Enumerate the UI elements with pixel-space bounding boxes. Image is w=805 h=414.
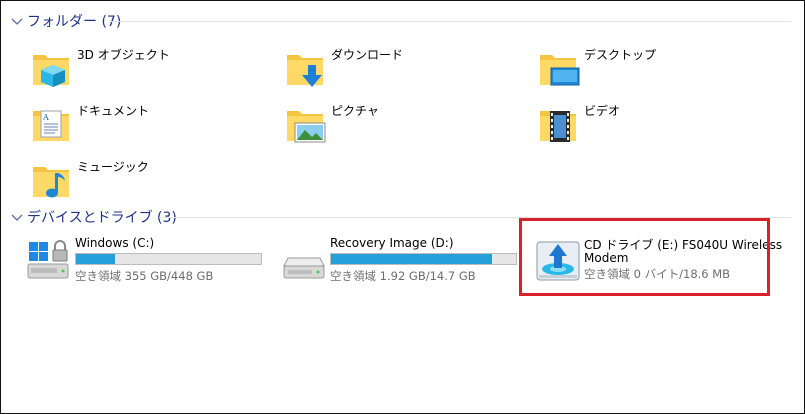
usage-bar — [330, 253, 517, 265]
folders-group-title: フォルダー (7) — [27, 14, 122, 30]
highlight-box — [519, 218, 770, 296]
videos-icon — [540, 111, 576, 142]
group-divider — [111, 21, 791, 22]
folder-label: デスクトップ — [584, 48, 657, 62]
folder-label: 3D オブジェクト — [77, 48, 170, 62]
chevron-down-icon[interactable] — [9, 13, 25, 29]
documents-icon: A — [33, 110, 69, 141]
folder-item-3d-objects[interactable]: 3D オブジェクト — [27, 43, 267, 93]
drive-name: Recovery Image (D:) — [330, 236, 454, 250]
usage-bar-fill — [331, 254, 492, 264]
usage-bar-fill — [76, 254, 115, 264]
drive-free-space: 空き領域 355 GB/448 GB — [75, 269, 214, 283]
pictures-icon — [287, 111, 326, 143]
folder-item-pictures[interactable]: ピクチャ — [281, 99, 521, 149]
devices-group-title: デバイスとドライブ (3) — [27, 210, 177, 226]
folders-group-header[interactable]: フォルダー (7) — [9, 11, 121, 31]
folder-label: ビデオ — [584, 104, 621, 118]
drive-item-windows-c[interactable]: Windows (C:) 空き領域 355 GB/448 GB — [25, 236, 270, 286]
explorer-pane: フォルダー (7) 3D オブジェクト ダウンロード デスクトップ A ドキュメ… — [0, 0, 805, 414]
music-icon — [33, 167, 69, 198]
svg-text:A: A — [42, 113, 49, 122]
folder-label: ピクチャ — [331, 104, 379, 118]
usage-bar — [75, 253, 262, 265]
folder-label: ミュージック — [77, 160, 149, 174]
folder-item-documents[interactable]: A ドキュメント — [27, 99, 267, 149]
desktop-icon — [540, 55, 580, 86]
folder-label: ダウンロード — [331, 48, 404, 62]
downloads-icon — [287, 55, 323, 87]
folder-item-music[interactable]: ミュージック — [27, 155, 267, 205]
windows-drive-icon — [27, 240, 69, 279]
folder-label: ドキュメント — [77, 104, 150, 118]
drive-free-space: 空き領域 1.92 GB/14.7 GB — [330, 269, 476, 283]
folder-item-desktop[interactable]: デスクトップ — [534, 43, 774, 93]
chevron-down-icon[interactable] — [9, 209, 25, 225]
3d-objects-icon — [33, 55, 69, 87]
devices-group-header[interactable]: デバイスとドライブ (3) — [9, 207, 177, 227]
hard-drive-icon — [283, 257, 325, 279]
folder-item-videos[interactable]: ビデオ — [534, 99, 774, 149]
drive-item-recovery-d[interactable]: Recovery Image (D:) 空き領域 1.92 GB/14.7 GB — [280, 236, 525, 286]
drive-name: Windows (C:) — [75, 236, 155, 250]
folder-item-downloads[interactable]: ダウンロード — [281, 43, 521, 93]
